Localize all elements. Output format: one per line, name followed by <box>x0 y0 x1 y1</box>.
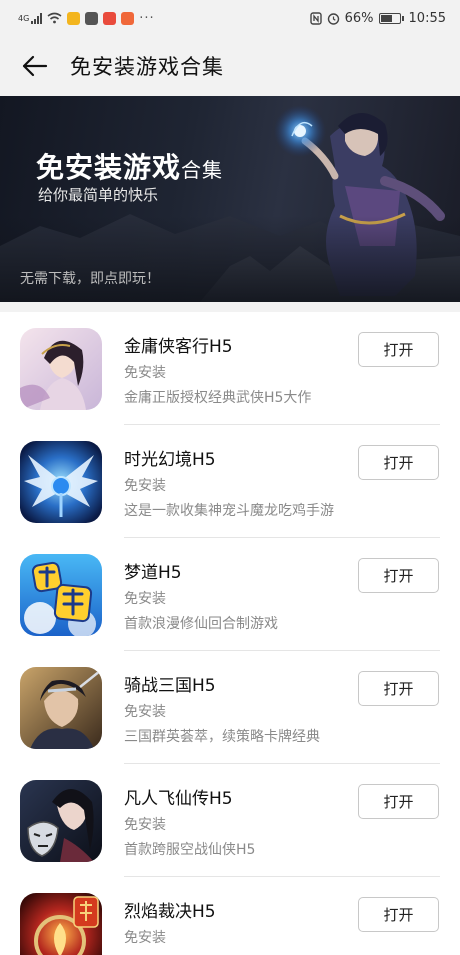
game-list: 金庸侠客行H5 免安装 金庸正版授权经典武侠H5大作 打开 时光幻境H5 免安装… <box>0 312 460 955</box>
back-arrow-icon <box>22 55 48 77</box>
notification-app-icon <box>67 11 81 25</box>
game-tag: 免安装 <box>124 365 166 381</box>
flame-emblem-icon[interactable] <box>20 893 102 955</box>
masked-hero-icon[interactable] <box>20 780 102 862</box>
game-name: 骑战三国H5 <box>124 676 216 696</box>
notification-app-icon <box>85 11 99 25</box>
list-item[interactable]: 凡人飞仙传H5 免安装 首款跨服空战仙侠H5 打开 <box>0 764 460 877</box>
open-button[interactable]: 打开 <box>358 445 439 480</box>
game-name: 烈焰裁决H5 <box>124 902 216 922</box>
game-name: 时光幻境H5 <box>124 450 216 470</box>
more-notifications-icon: ··· <box>139 10 155 26</box>
battery-percent: 66% <box>344 10 374 26</box>
alarm-icon <box>327 12 339 25</box>
banner-footer: 无需下载，即点即玩！ <box>20 271 160 287</box>
hero-banner[interactable]: 免安装游戏合集 给你最简单的快乐 无需下载，即点即玩！ <box>0 96 460 302</box>
game-description: 首款浪漫修仙回合制游戏 <box>124 616 278 632</box>
game-name: 凡人飞仙传H5 <box>124 789 233 809</box>
list-item[interactable]: 烈焰裁决H5 免安装 打开 <box>0 877 460 955</box>
game-description: 这是一款收集神宠斗魔龙吃鸡手游 <box>124 503 334 519</box>
clock: 10:55 <box>408 10 446 26</box>
banner-subtitle: 给你最简单的快乐 <box>38 186 159 204</box>
nfc-icon <box>309 11 322 25</box>
status-right: 66% 10:55 <box>309 10 446 26</box>
game-description: 金庸正版授权经典武侠H5大作 <box>124 390 312 406</box>
open-button[interactable]: 打开 <box>358 332 439 367</box>
game-name: 金庸侠客行H5 <box>124 337 233 357</box>
game-name: 梦道H5 <box>124 563 182 583</box>
open-button[interactable]: 打开 <box>358 784 439 819</box>
winged-emblem-icon[interactable] <box>20 441 102 523</box>
status-bar: 4G ··· 66% 10:55 <box>0 0 460 36</box>
game-description: 首款跨服空战仙侠H5 <box>124 842 256 858</box>
banner-title: 免安装游戏合集 <box>36 151 224 184</box>
battery-icon <box>378 12 404 24</box>
page-title: 免安装游戏合集 <box>70 55 224 79</box>
warrior-portrait-icon[interactable] <box>20 667 102 749</box>
game-tag: 免安装 <box>124 591 166 607</box>
game-tag: 免安装 <box>124 817 166 833</box>
title-bar: 免安装游戏合集 <box>0 36 460 96</box>
notification-app-icon <box>103 11 117 25</box>
open-button[interactable]: 打开 <box>358 897 439 932</box>
network-type: 4G <box>18 13 30 23</box>
status-left: 4G ··· <box>18 11 155 26</box>
list-item[interactable]: 金庸侠客行H5 免安装 金庸正版授权经典武侠H5大作 打开 <box>0 312 460 425</box>
list-item[interactable]: 梦道H5 免安装 首款浪漫修仙回合制游戏 打开 <box>0 538 460 651</box>
character-portrait-icon[interactable] <box>20 328 102 410</box>
game-tag: 免安装 <box>124 704 166 720</box>
list-item[interactable]: 时光幻境H5 免安装 这是一款收集神宠斗魔龙吃鸡手游 打开 <box>0 425 460 538</box>
open-button[interactable]: 打开 <box>358 558 439 593</box>
open-button[interactable]: 打开 <box>358 671 439 706</box>
game-description: 三国群英荟萃，续策略卡牌经典 <box>124 729 320 745</box>
back-button[interactable] <box>0 36 70 96</box>
game-tag: 免安装 <box>124 478 166 494</box>
wifi-icon <box>47 12 62 24</box>
mengdao-logo-icon[interactable] <box>20 554 102 636</box>
game-tag: 免安装 <box>124 930 166 946</box>
signal-icon <box>31 12 43 24</box>
notification-app-icon <box>121 11 135 25</box>
list-item[interactable]: 骑战三国H5 免安装 三国群英荟萃，续策略卡牌经典 打开 <box>0 651 460 764</box>
